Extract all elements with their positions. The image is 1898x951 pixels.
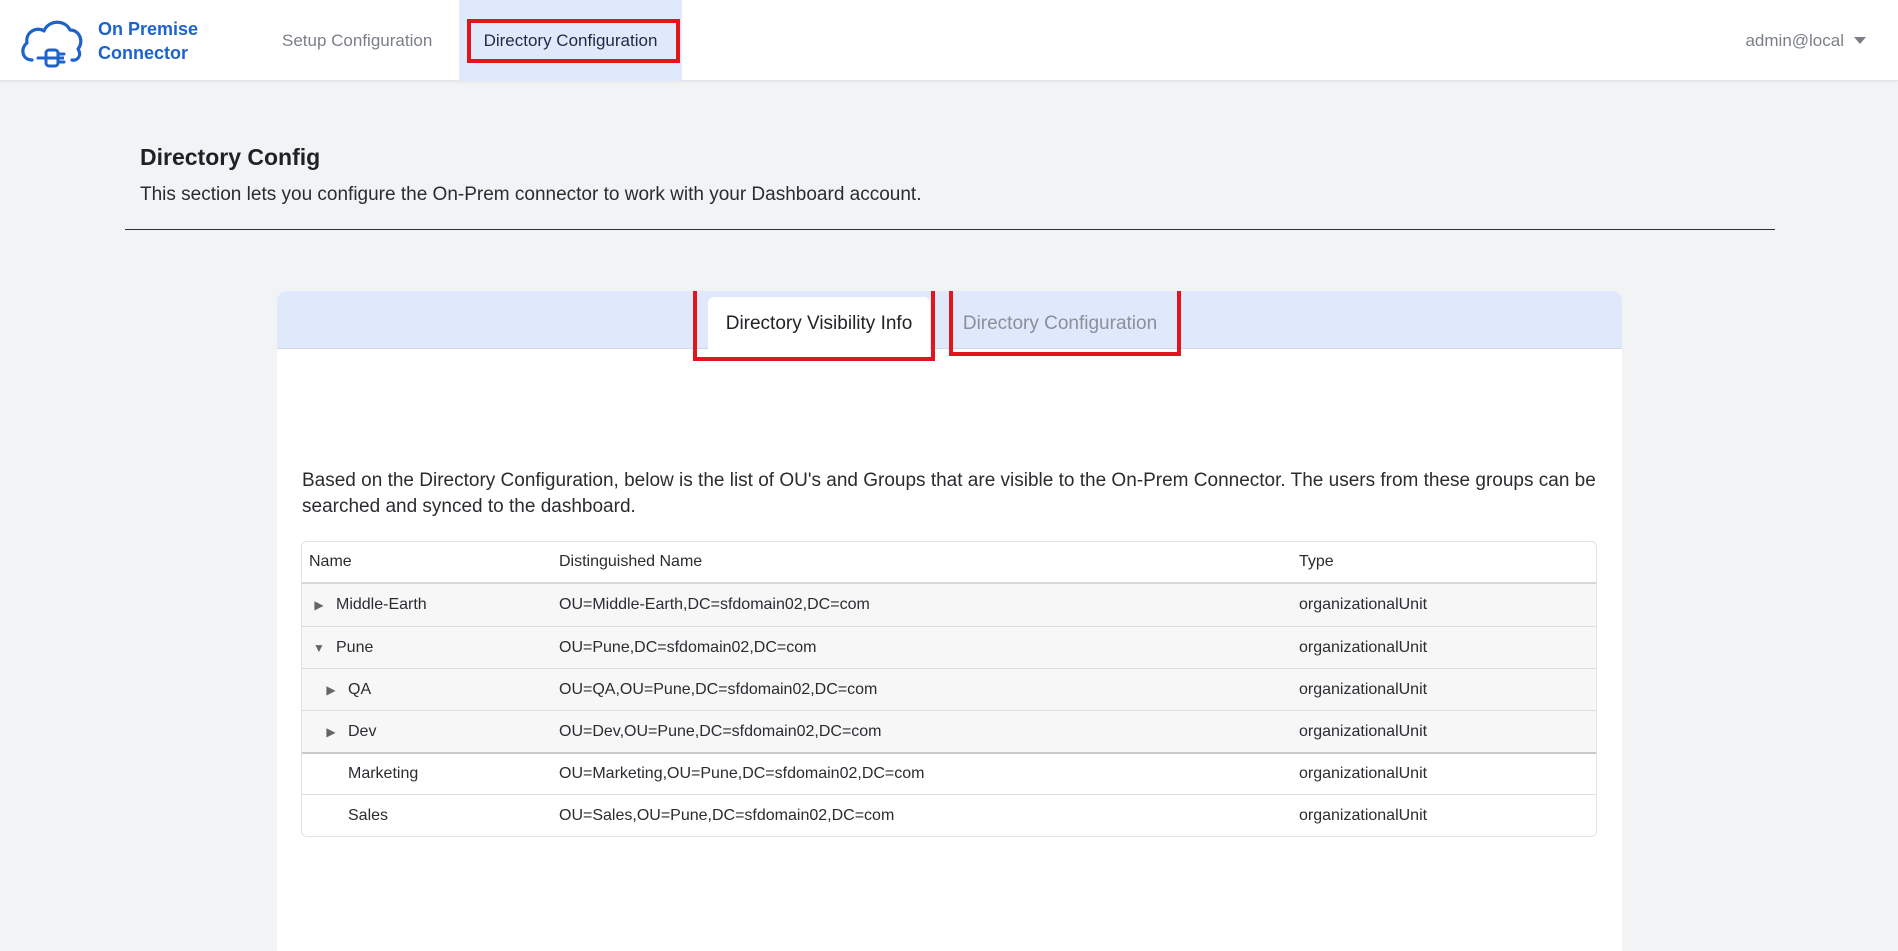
top-navbar: On Premise Connector Setup Configuration… xyxy=(0,0,1898,81)
directory-card: Directory Visibility Info Directory Conf… xyxy=(277,291,1622,951)
row-type: organizationalUnit xyxy=(1299,765,1428,782)
row-name: Sales xyxy=(348,806,389,824)
brand[interactable]: On Premise Connector xyxy=(18,14,218,68)
user-menu[interactable]: admin@local xyxy=(1745,0,1866,81)
ou-table: Name Distinguished Name Type ▶ Middle-Ea… xyxy=(301,541,1597,837)
table-row[interactable]: ▶ Dev OU=Dev,OU=Pune,DC=sfdomain02,DC=co… xyxy=(302,710,1596,752)
table-header: Name Distinguished Name Type xyxy=(302,542,1596,584)
row-name: Pune xyxy=(336,638,374,656)
row-type: organizationalUnit xyxy=(1299,638,1428,656)
row-name: Middle-Earth xyxy=(336,596,427,613)
row-dn: OU=Middle-Earth,DC=sfdomain02,DC=com xyxy=(559,596,870,613)
row-type: organizationalUnit xyxy=(1299,596,1428,613)
table-row[interactable]: ▶ Middle-Earth OU=Middle-Earth,DC=sfdoma… xyxy=(302,584,1596,626)
table-row[interactable]: Marketing OU=Marketing,OU=Pune,DC=sfdoma… xyxy=(302,752,1596,794)
page-description: This section lets you configure the On-P… xyxy=(140,184,922,205)
brand-line-1: On Premise xyxy=(98,19,199,39)
triangle-down-icon[interactable]: ▼ xyxy=(312,641,326,655)
annotation-highlight-tab-1 xyxy=(693,291,935,361)
column-header-distinguished-name[interactable]: Distinguished Name xyxy=(559,553,1299,571)
annotation-highlight-nav xyxy=(467,19,680,63)
caret-down-icon xyxy=(1854,37,1866,44)
user-email: admin@local xyxy=(1745,30,1844,50)
row-dn: OU=QA,OU=Pune,DC=sfdomain02,DC=com xyxy=(559,680,878,698)
row-dn: OU=Pune,DC=sfdomain02,DC=com xyxy=(559,638,817,656)
triangle-right-icon[interactable]: ▶ xyxy=(324,725,338,739)
table-row[interactable]: ▼ Pune OU=Pune,DC=sfdomain02,DC=com orga… xyxy=(302,626,1596,668)
row-name: QA xyxy=(348,680,372,698)
row-dn: OU=Sales,OU=Pune,DC=sfdomain02,DC=com xyxy=(559,806,895,824)
row-type: organizationalUnit xyxy=(1299,806,1428,824)
column-header-type[interactable]: Type xyxy=(1299,553,1596,571)
brand-line-2: Connector xyxy=(98,43,188,63)
nav-setup-configuration[interactable]: Setup Configuration xyxy=(260,0,454,81)
row-type: organizationalUnit xyxy=(1299,680,1428,698)
header-divider xyxy=(125,229,1775,230)
row-dn: OU=Dev,OU=Pune,DC=sfdomain02,DC=com xyxy=(559,722,882,740)
row-type: organizationalUnit xyxy=(1299,722,1428,740)
table-row[interactable]: Sales OU=Sales,OU=Pune,DC=sfdomain02,DC=… xyxy=(302,794,1596,836)
visibility-description: Based on the Directory Configuration, be… xyxy=(302,470,1596,517)
annotation-highlight-tab-2 xyxy=(949,291,1181,356)
column-header-name[interactable]: Name xyxy=(302,553,559,571)
brand-name: On Premise Connector xyxy=(98,17,218,65)
table-row[interactable]: ▶ QA OU=QA,OU=Pune,DC=sfdomain02,DC=com … xyxy=(302,668,1596,710)
page-title: Directory Config xyxy=(140,144,321,170)
row-name: Marketing xyxy=(348,765,419,782)
row-name: Dev xyxy=(348,722,377,740)
triangle-right-icon[interactable]: ▶ xyxy=(312,598,326,612)
triangle-right-icon[interactable]: ▶ xyxy=(324,683,338,697)
cloud-plug-icon xyxy=(21,20,83,68)
row-dn: OU=Marketing,OU=Pune,DC=sfdomain02,DC=co… xyxy=(559,765,925,782)
